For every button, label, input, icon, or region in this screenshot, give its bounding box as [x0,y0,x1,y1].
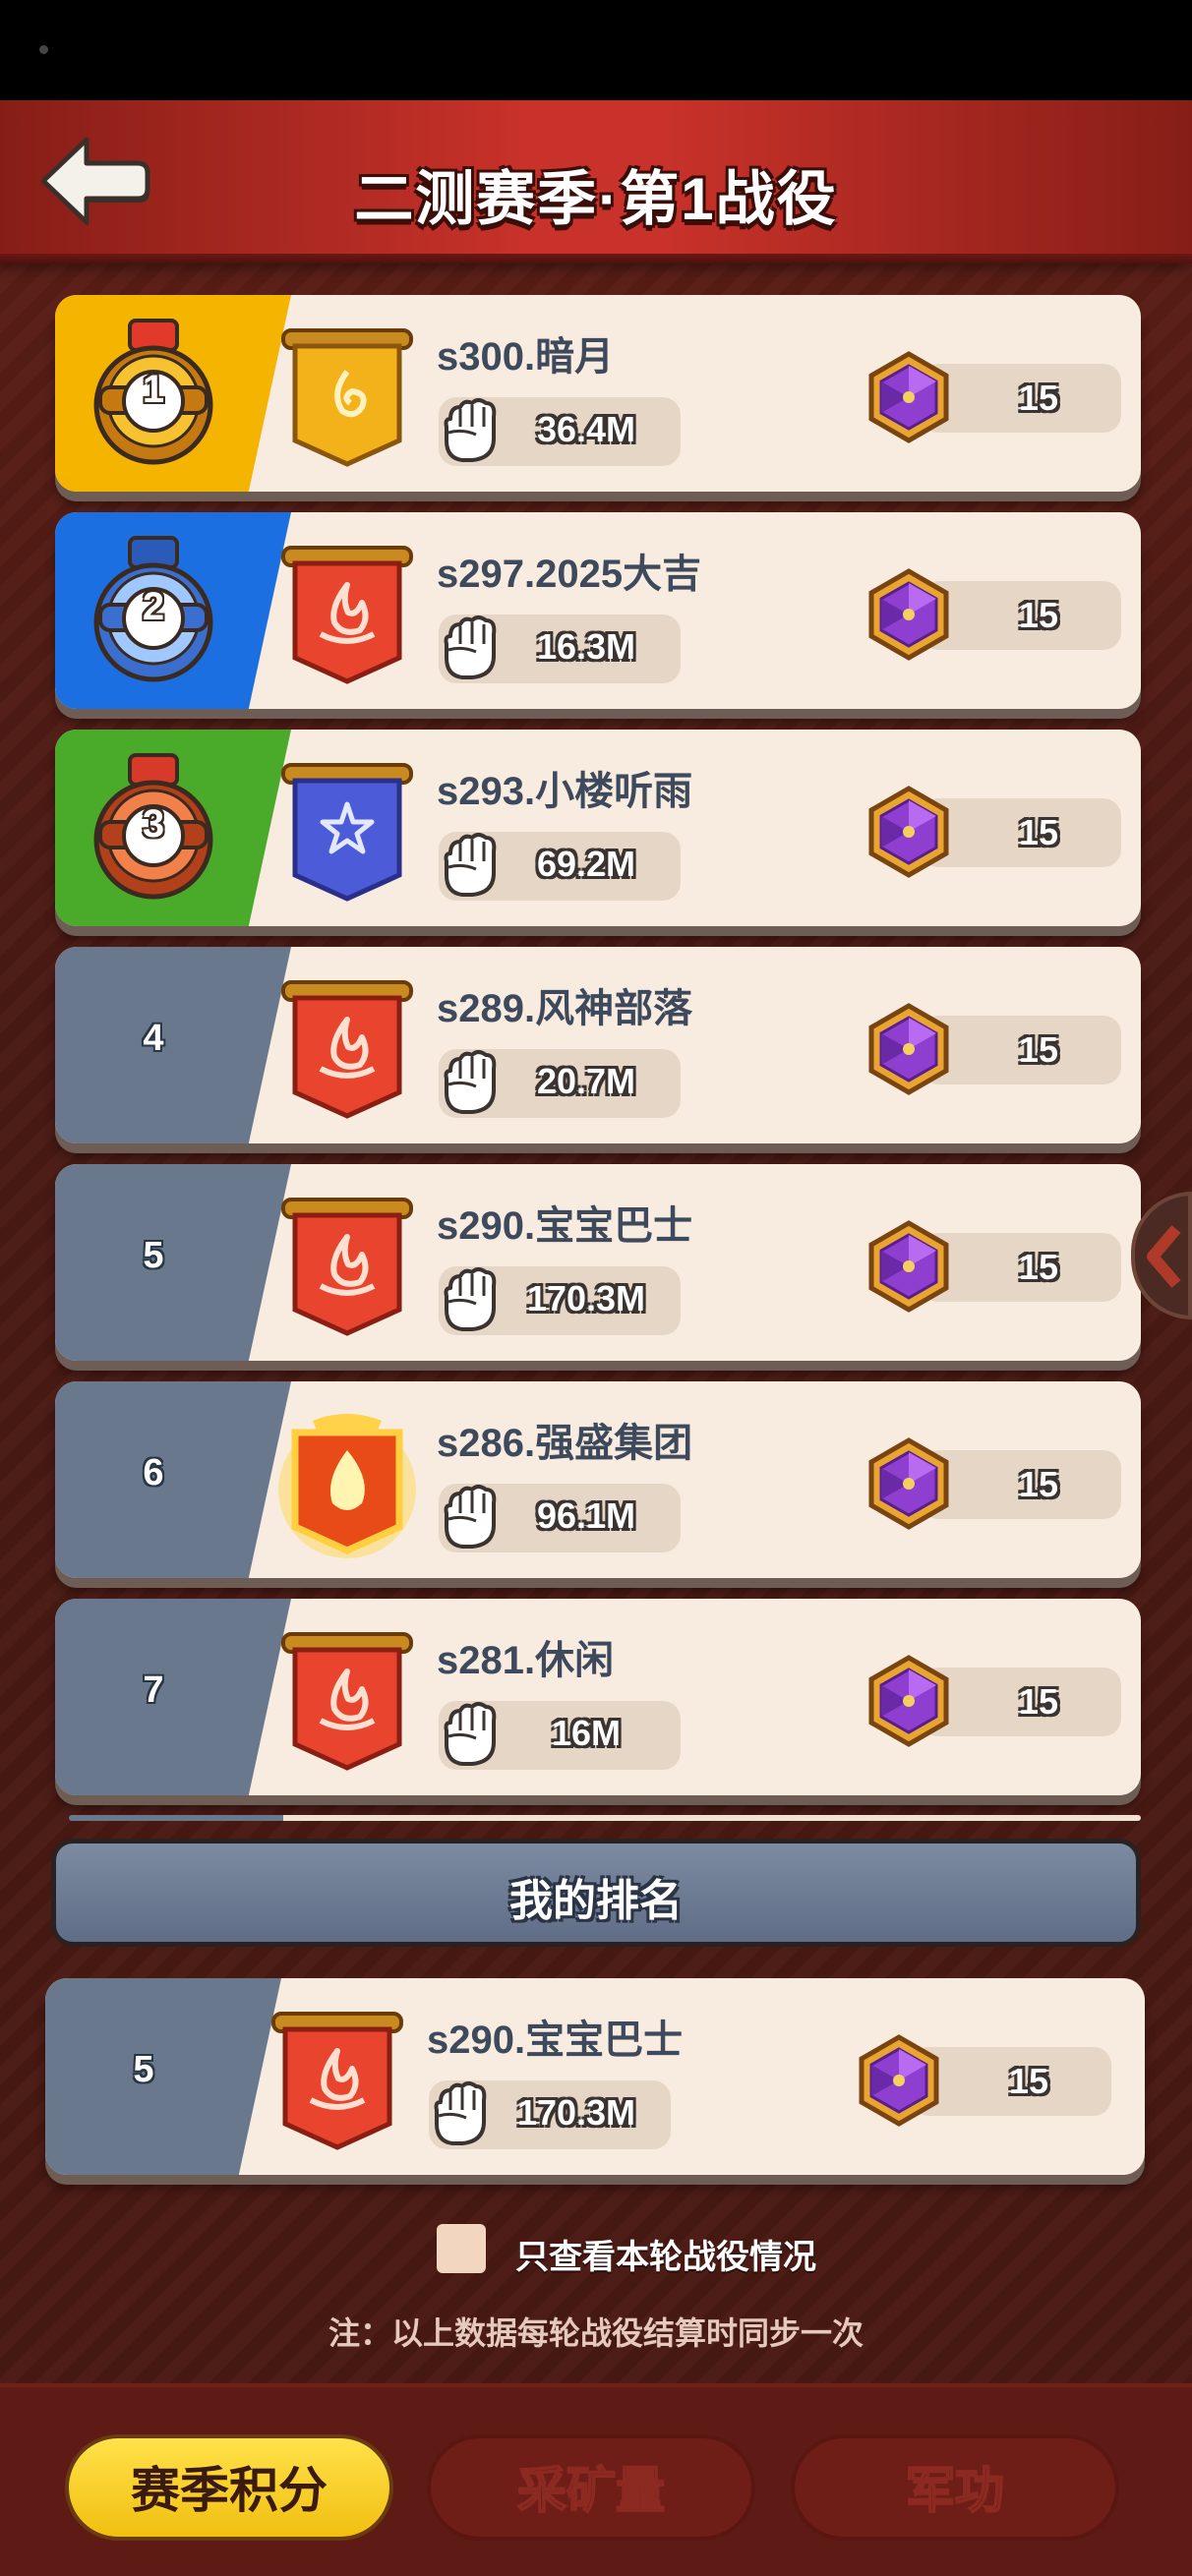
server-name: s297.2025大吉 [437,553,702,596]
power-value: 96.1M [536,1495,636,1536]
rank-number: 7 [143,1669,164,1711]
score-value: 15 [1018,595,1059,635]
my-rank-header: 我的排名 [51,1839,1141,1947]
rank-number: 2 [142,585,165,628]
fist-icon [444,398,497,462]
score-value: 15 [1018,1247,1059,1287]
ranking-card: 7 s281.休闲 16M 15 [55,1599,1141,1795]
score-value: 15 [1018,1029,1059,1070]
tab-season-points[interactable]: 赛季积分 [65,2434,393,2541]
score-value: 15 [1018,378,1059,418]
purple-gem-icon [868,351,949,443]
gold-banner-icon [281,328,413,467]
fist-icon [444,615,497,679]
ranking-card: 1 s300.暗月 36.4M 15 [55,295,1141,492]
purple-gem-icon [868,1655,949,1747]
tab-label: 军功 [905,2462,1005,2519]
ranking-row[interactable]: 4 s289.风神部落 20.7M 15 [55,947,1141,1143]
power-value: 170.3M [526,1278,646,1318]
purple-gem-icon [868,568,949,661]
my-rank-label: 我的排名 [509,1877,683,1925]
server-name: s300.暗月 [437,335,615,379]
purple-gem-icon [859,2034,939,2127]
red-banner-icon [281,1198,413,1336]
rank-number: 5 [143,1235,164,1276]
tab-mining[interactable]: 采矿量 [427,2434,755,2541]
purple-gem-icon [868,786,949,878]
red-banner-icon [281,980,413,1119]
ranking-row[interactable]: 2 s297.2025大吉 16.3M 15 [55,512,1141,709]
rank-number: 5 [133,2049,154,2090]
rank-number: 6 [143,1452,164,1493]
ranking-card: 5 s290.宝宝巴士 170.3M 15 [55,1164,1141,1361]
server-name: s281.休闲 [437,1639,615,1682]
power-value: 16M [551,1713,622,1753]
ranking-card: 5 s290.宝宝巴士 170.3M 15 [45,1978,1145,2175]
camera-dot [39,45,48,54]
filter-checkbox[interactable] [437,2224,486,2273]
power-value: 170.3M [516,2092,636,2133]
red-banner-icon [271,2012,403,2150]
status-bar [0,0,1192,100]
rank-number: 3 [142,802,165,846]
purple-gem-icon [868,1003,949,1095]
score-value: 15 [1008,2061,1049,2101]
side-arrow-icon [1147,1225,1181,1288]
server-name: s286.强盛集团 [437,1422,693,1465]
rank-number: 4 [143,1018,164,1059]
tab-label: 赛季积分 [131,2463,328,2518]
score-value: 15 [1018,1681,1059,1722]
blue-banner-icon [281,763,413,902]
flame-banner-icon [278,1414,416,1558]
ranking-card: 4 s289.风神部落 20.7M 15 [55,947,1141,1143]
red-banner-icon [281,546,413,684]
page-title: 二测赛季·第1战役 [354,166,838,232]
ranking-row[interactable]: 1 s300.暗月 36.4M 15 [55,295,1141,492]
ranking-row[interactable]: 5 s290.宝宝巴士 170.3M 15 [55,1164,1141,1361]
tab-label: 采矿量 [516,2462,666,2519]
next-row-peek [69,1815,1141,1821]
purple-gem-icon [868,1437,949,1530]
filter-label: 只查看本轮战役情况 [515,2239,816,2276]
ranking-row[interactable]: 6 s286.强盛集团 96.1M 15 [55,1381,1141,1578]
fist-icon [444,833,497,897]
ranking-row[interactable]: 7 s281.休闲 16M 15 [55,1599,1141,1795]
server-name: s290.宝宝巴士 [437,1204,693,1248]
header: 二测赛季·第1战役 [0,100,1192,263]
ranking-card: 2 s297.2025大吉 16.3M 15 [55,512,1141,709]
rank-number: 1 [142,368,165,411]
sync-note: 注：以上数据每轮战役结算时同步一次 [328,2315,864,2351]
ranking-card: 6 s286.强盛集团 96.1M 15 [55,1381,1141,1578]
power-value: 36.4M [536,409,636,449]
server-name: s289.风神部落 [437,987,693,1030]
my-ranking-row[interactable]: 5 s290.宝宝巴士 170.3M 15 [45,1978,1145,2175]
server-name: s293.小楼听雨 [437,770,693,813]
ranking-row[interactable]: 3 s293.小楼听雨 69.2M 15 [55,730,1141,926]
power-value: 16.3M [536,626,636,667]
score-value: 15 [1018,1464,1059,1504]
red-banner-icon [281,1632,413,1771]
server-name: s290.宝宝巴士 [427,2019,684,2062]
power-value: 69.2M [536,844,636,884]
side-drawer-handle[interactable] [1131,1192,1192,1319]
ranking-card: 3 s293.小楼听雨 69.2M 15 [55,730,1141,926]
tab-merit[interactable]: 军功 [791,2434,1119,2541]
score-value: 15 [1018,812,1059,852]
fist-icon [444,1485,497,1549]
power-value: 20.7M [536,1061,636,1101]
fist-icon [434,2081,487,2145]
purple-gem-icon [868,1220,949,1313]
fist-icon [444,1050,497,1114]
fist-icon [444,1702,497,1766]
fist-icon [444,1267,497,1331]
